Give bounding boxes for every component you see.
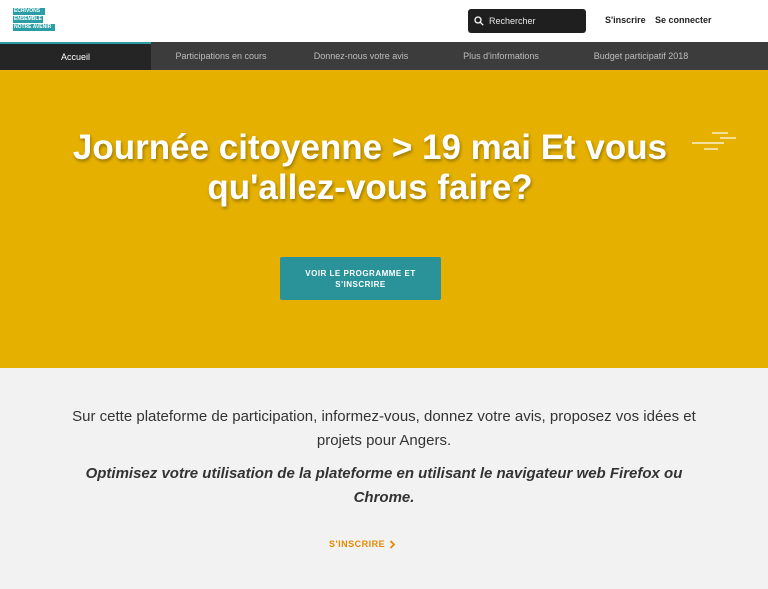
nav-item-avis[interactable]: Donnez-nous votre avis (291, 42, 431, 70)
search-box[interactable] (468, 9, 586, 33)
lines-decoration-icon (692, 132, 736, 150)
nav-item-budget[interactable]: Budget participatif 2018 (571, 42, 711, 70)
browser-tip: Optimisez votre utilisation de la platef… (85, 465, 683, 506)
logo-line-3: NOTRE AVENIR (13, 24, 55, 31)
login-link[interactable]: Se connecter (655, 15, 712, 25)
chevron-right-icon (390, 539, 396, 549)
search-icon (474, 16, 484, 26)
hero-title: Journée citoyenne > 19 mai Et vous qu'al… (72, 128, 668, 207)
signup-cta-link[interactable]: S'INSCRIRE (329, 539, 396, 549)
main-navigation: Accueil Participations en cours Donnez-n… (0, 42, 768, 70)
site-logo[interactable]: ÉCRIVONS ENSEMBLE NOTRE AVENIR (13, 8, 55, 32)
nav-item-participations[interactable]: Participations en cours (151, 42, 291, 70)
signup-link[interactable]: S'inscrire (605, 15, 646, 25)
nav-item-informations[interactable]: Plus d'informations (431, 42, 571, 70)
logo-line-1: ÉCRIVONS (13, 8, 45, 15)
program-signup-button[interactable]: VOIR LE PROGRAMME ET S'INSCRIRE (280, 257, 441, 300)
nav-item-accueil[interactable]: Accueil (0, 42, 151, 70)
logo-line-2: ENSEMBLE (13, 16, 43, 23)
hero-banner: Journée citoyenne > 19 mai Et vous qu'al… (0, 70, 768, 368)
intro-text: Sur cette plateforme de participation, i… (72, 408, 696, 449)
signup-cta-label: S'INSCRIRE (329, 539, 386, 549)
top-bar: ÉCRIVONS ENSEMBLE NOTRE AVENIR S'inscrir… (0, 0, 768, 42)
search-input[interactable] (489, 16, 579, 26)
